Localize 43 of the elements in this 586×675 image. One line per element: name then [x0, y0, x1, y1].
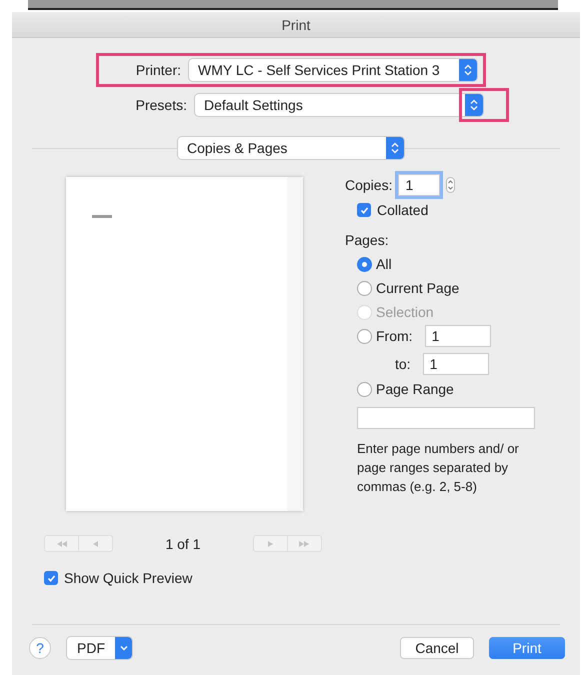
radio-label: Current Page [376, 280, 460, 296]
copies-field[interactable]: 1 [398, 174, 440, 196]
pdf-menu-button[interactable]: PDF [67, 637, 132, 659]
page-range-hint: Enter page numbers and/ or page ranges separated by commas (e.g. 2, 5-8) [357, 440, 520, 496]
printer-label: Printer: [134, 62, 181, 78]
checkmark-icon [46, 574, 56, 582]
cancel-button[interactable]: Cancel [400, 637, 474, 659]
stepper-arrows-icon [391, 142, 399, 154]
from-field[interactable]: 1 [424, 325, 491, 347]
double-triangle-icon [299, 540, 310, 546]
radio-button[interactable] [357, 256, 372, 272]
radio-label: Selection [376, 304, 434, 320]
chevron-down-icon [120, 645, 128, 651]
checkbox[interactable] [357, 203, 371, 217]
stepper-arrows-icon [470, 99, 478, 111]
preview-text-line [92, 215, 112, 218]
printer-popup[interactable]: WMY LC - Self Services Print Station 3 [189, 59, 477, 81]
radio-label: All [376, 256, 392, 272]
radio-button[interactable] [357, 280, 372, 296]
presets-label: Presets: [134, 97, 187, 113]
section-popup[interactable]: Copies & Pages [178, 137, 404, 159]
triangle-icon [268, 540, 273, 546]
presets-popup[interactable]: Default Settings [195, 94, 483, 116]
checkbox-label: Show Quick Preview [64, 570, 192, 586]
to-label: to: [395, 356, 411, 372]
checkbox[interactable] [44, 571, 58, 585]
radio-label: Page Range [376, 381, 454, 397]
stepper-arrows-icon [464, 64, 472, 76]
page-range-field[interactable] [357, 407, 535, 429]
checkbox-label: Collated [377, 202, 428, 218]
to-field[interactable]: 1 [422, 353, 489, 375]
radio-button[interactable] [357, 328, 372, 344]
triangle-icon [93, 540, 98, 546]
radio-button[interactable] [357, 382, 372, 396]
radio-label: From: [376, 328, 413, 344]
help-button[interactable]: ? [29, 637, 51, 659]
checkmark-icon [360, 206, 368, 214]
pages-label: Pages: [345, 232, 390, 248]
copies-label: Copies: [345, 177, 392, 193]
window-title: Print [12, 12, 580, 38]
double-triangle-icon [56, 540, 66, 546]
page-counter: 1 of 1 [164, 536, 202, 552]
stepper-icon[interactable] [446, 177, 456, 193]
